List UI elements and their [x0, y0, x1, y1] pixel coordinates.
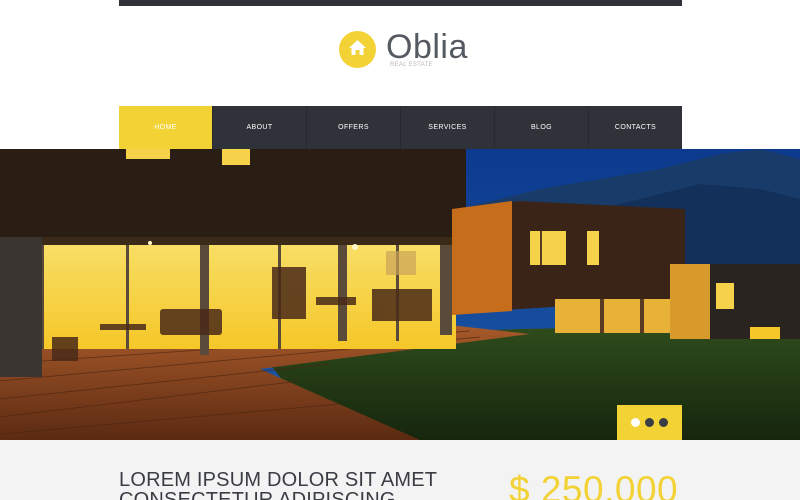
promo-price: $ 250,000 [509, 469, 679, 500]
promo-heading: LOREM IPSUM DOLOR SIT AMET CONSECTETUR A… [119, 470, 449, 500]
nav-item-blog[interactable]: BLOG [494, 106, 588, 149]
nav-item-about[interactable]: ABOUT [212, 106, 306, 149]
brand-name: Oblia [386, 28, 468, 66]
nav-item-services[interactable]: SERVICES [400, 106, 494, 149]
slider-dot-2[interactable] [645, 418, 654, 427]
promo-line-1: LOREM IPSUM DOLOR SIT AMET [119, 469, 438, 491]
site-logo[interactable]: Oblia REAL ESTATE [339, 28, 468, 68]
promo-section: LOREM IPSUM DOLOR SIT AMET CONSECTETUR A… [0, 440, 800, 500]
slider-pagination [617, 405, 682, 440]
slider-dot-1[interactable] [631, 418, 640, 427]
promo-line-2: CONSECTETUR ADIPISCING [119, 489, 396, 500]
nav-item-contacts[interactable]: CONTACTS [588, 106, 682, 149]
main-nav: HOME ABOUT OFFERS SERVICES BLOG CONTACTS [119, 106, 682, 149]
slider-dot-3[interactable] [659, 418, 668, 427]
house-icon [339, 31, 376, 68]
nav-item-home[interactable]: HOME [119, 106, 212, 149]
hero-slider-image [0, 149, 800, 440]
top-bar [119, 0, 682, 6]
nav-item-offers[interactable]: OFFERS [306, 106, 400, 149]
